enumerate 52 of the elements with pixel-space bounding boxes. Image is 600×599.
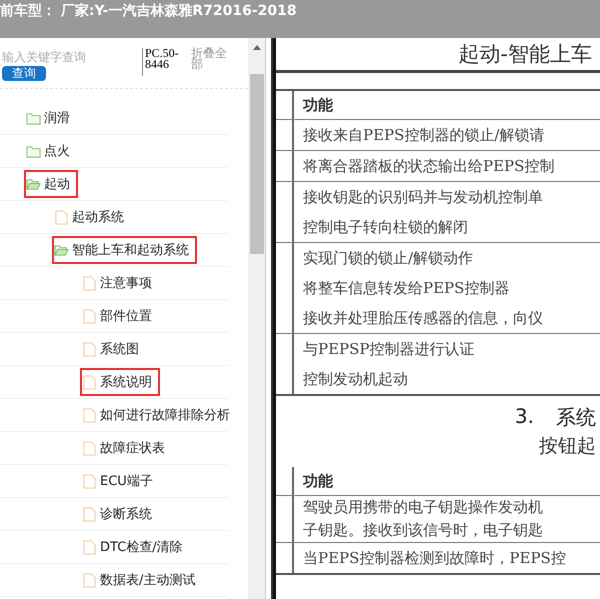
- tree-item[interactable]: 系统图: [80, 335, 147, 363]
- tree-item[interactable]: 润滑: [24, 104, 78, 132]
- document-icon: [82, 276, 97, 290]
- table-cell-text: 接收钥匙的识别码并与发动机控制单: [303, 187, 544, 208]
- table-cell-text: 接收并处理胎压传感器的信息，向仪: [303, 308, 544, 329]
- tree-item[interactable]: 点火: [24, 137, 78, 165]
- tree-item[interactable]: 故障症状表: [80, 434, 173, 462]
- table-cell-text: 驾驶员用携带的电子钥匙操作发动机: [303, 497, 544, 518]
- table-cell-text: 子钥匙。接收到该信号时，电子钥匙: [303, 520, 544, 541]
- document-icon: [82, 572, 97, 588]
- open-folder-icon: [54, 242, 69, 258]
- section-subtitle: 按钮起: [538, 434, 597, 459]
- tree-item[interactable]: 部件位置: [80, 302, 160, 330]
- document-icon: [82, 540, 97, 554]
- header-title: 前车型： 厂家:Y-一汽吉林森雅R72016-2018: [0, 2, 297, 20]
- table-header: 功能: [303, 471, 334, 492]
- tree-item[interactable]: 系统说明: [80, 368, 160, 396]
- section-title: 系统: [556, 404, 596, 431]
- table-cell-text: 实现门锁的锁止/解锁动作: [303, 248, 474, 269]
- tree-item[interactable]: ECU端子: [80, 467, 161, 495]
- tree-item[interactable]: 如何进行故障排除分析: [80, 401, 238, 429]
- table-cell-text: 与PEPSP控制器进行认证: [303, 339, 476, 360]
- open-folder-icon: [26, 176, 41, 192]
- table-cell-text: 当PEPS控制器检测到故障时，PEPS控: [303, 548, 567, 569]
- search-button[interactable]: 查询: [2, 66, 46, 81]
- tree-item[interactable]: 起动系统: [52, 203, 132, 231]
- document-title: 起动-智能上车: [276, 38, 600, 73]
- code-label: PC.50-8446: [142, 48, 185, 76]
- table-cell-text: 控制发动机起动: [303, 369, 409, 390]
- document-icon: [82, 440, 97, 456]
- tree-item[interactable]: DTC检查/清除: [80, 533, 191, 561]
- folder-icon: [26, 110, 41, 126]
- folder-icon: [26, 144, 41, 158]
- document-icon: [82, 374, 97, 390]
- table-header: 功能: [303, 95, 334, 116]
- document-icon: [54, 210, 69, 224]
- document-icon: [82, 342, 97, 356]
- document-icon: [82, 506, 97, 522]
- table-cell-text: 将离合器踏板的状态输出给PEPS控制: [303, 156, 556, 177]
- document-icon: [82, 474, 97, 488]
- section-number: 3.: [514, 404, 534, 430]
- document-icon: [82, 308, 97, 324]
- table-cell-text: 控制电子转向柱锁的解闭: [303, 217, 469, 238]
- tree-item[interactable]: 起动: [24, 170, 78, 198]
- tree-item[interactable]: 智能上车和起动系统: [52, 236, 197, 264]
- document-icon: [82, 408, 97, 422]
- scrollbar[interactable]: [248, 38, 265, 599]
- tree-item[interactable]: 数据表/主动测试: [80, 566, 204, 594]
- tree-item[interactable]: 注意事项: [80, 269, 160, 297]
- table-cell-text: 将整车信息转发给PEPS控制器: [303, 278, 510, 299]
- table-cell-text: 接收来自PEPS控制器的锁止/解锁请: [303, 125, 546, 146]
- tree-item[interactable]: 诊断系统: [80, 500, 160, 528]
